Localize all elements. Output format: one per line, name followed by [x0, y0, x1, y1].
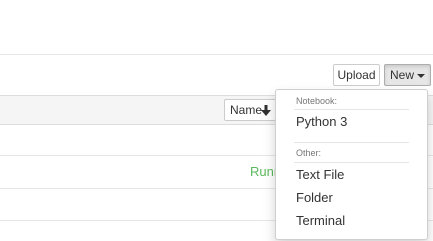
- menu-item-python3[interactable]: Python 3: [276, 111, 427, 133]
- notebook-section-header: Notebook:: [296, 96, 338, 106]
- new-dropdown-menu: Notebook: Python 3 Other: Text File Fold…: [275, 89, 428, 240]
- menu-divider: [294, 142, 409, 143]
- menu-item-text-file[interactable]: Text File: [276, 164, 427, 186]
- menu-item-folder[interactable]: Folder: [276, 187, 427, 209]
- caret-down-icon: [417, 74, 425, 78]
- name-sort-label: Name: [230, 103, 263, 117]
- menu-item-terminal[interactable]: Terminal: [276, 210, 427, 232]
- name-sort-button[interactable]: Name: [224, 99, 276, 121]
- new-button[interactable]: New: [384, 64, 431, 86]
- upload-button[interactable]: Upload: [333, 64, 380, 86]
- new-button-label: New: [390, 68, 415, 82]
- other-section-header: Other:: [296, 148, 322, 158]
- divider: [0, 54, 433, 55]
- arrow-down-icon: [261, 100, 271, 116]
- row-status: Running: [250, 164, 275, 179]
- menu-divider: [294, 109, 409, 110]
- menu-divider: [294, 162, 409, 163]
